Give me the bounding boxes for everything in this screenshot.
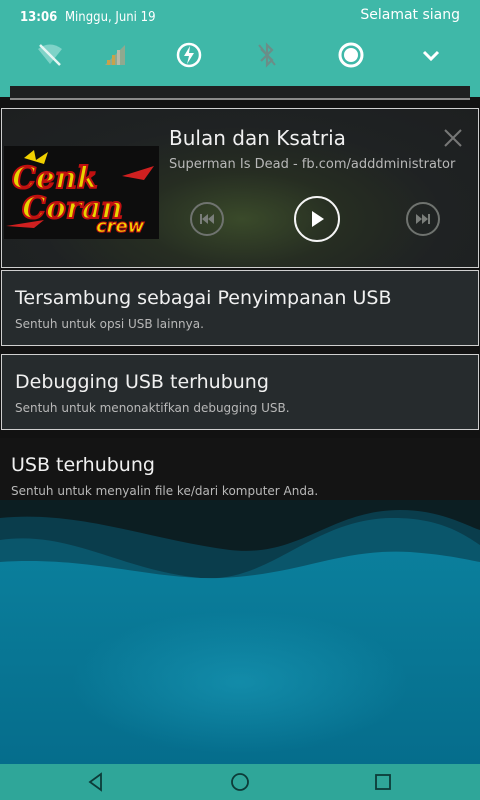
notification-text: Sentuh untuk opsi USB lainnya. bbox=[15, 317, 204, 331]
next-track-button[interactable] bbox=[406, 202, 440, 236]
collapsed-card-edge bbox=[10, 86, 470, 100]
skip-next-icon bbox=[416, 214, 430, 224]
time-date: 13:06 Minggu, Juni 19 bbox=[20, 10, 156, 25]
home-button[interactable] bbox=[227, 770, 253, 794]
media-title: Bulan dan Ksatria bbox=[169, 126, 346, 150]
notification-title: USB terhubung bbox=[11, 454, 155, 476]
album-art-word-3: crew bbox=[96, 216, 145, 237]
play-button[interactable] bbox=[294, 196, 340, 242]
wallpaper bbox=[0, 500, 480, 764]
navigation-bar bbox=[0, 764, 480, 800]
home-icon bbox=[231, 773, 249, 791]
battery-saver-icon[interactable] bbox=[172, 38, 206, 72]
usb-debugging-notification[interactable]: Debugging USB terhubung Sentuh untuk men… bbox=[1, 354, 479, 430]
recent-apps-icon bbox=[375, 774, 391, 790]
expand-chevron-icon[interactable] bbox=[414, 38, 448, 72]
clock: 13:06 bbox=[20, 10, 58, 25]
close-icon[interactable] bbox=[442, 127, 464, 149]
notification-text: Sentuh untuk menyalin file ke/dari kompu… bbox=[11, 484, 319, 498]
bluetooth-icon[interactable] bbox=[250, 38, 284, 72]
play-icon bbox=[312, 211, 324, 227]
wifi-off-icon[interactable] bbox=[33, 38, 67, 72]
greeting-text: Selamat siang bbox=[360, 7, 460, 23]
media-notification[interactable]: Cenk Coran crew Bulan dan Ksatria Superm… bbox=[1, 108, 479, 268]
signal-icon[interactable] bbox=[98, 38, 132, 72]
recent-apps-button[interactable] bbox=[370, 770, 396, 794]
notification-title: Tersambung sebagai Penyimpanan USB bbox=[15, 287, 392, 309]
location-icon[interactable] bbox=[334, 38, 368, 72]
back-button[interactable] bbox=[83, 770, 109, 794]
media-subtitle: Superman Is Dead - fb.com/adddministrato… bbox=[169, 157, 456, 172]
usb-storage-notification[interactable]: Tersambung sebagai Penyimpanan USB Sentu… bbox=[1, 270, 479, 346]
skip-previous-icon bbox=[200, 214, 214, 224]
date: Minggu, Juni 19 bbox=[64, 10, 156, 25]
previous-track-button[interactable] bbox=[190, 202, 224, 236]
notification-title: Debugging USB terhubung bbox=[15, 371, 269, 393]
quick-settings-row bbox=[0, 38, 480, 72]
quick-settings-header: 13:06 Minggu, Juni 19 Selamat siang bbox=[0, 0, 480, 97]
album-art: Cenk Coran crew bbox=[4, 146, 159, 239]
back-icon bbox=[88, 772, 102, 792]
notification-text: Sentuh untuk menonaktifkan debugging USB… bbox=[15, 401, 290, 415]
